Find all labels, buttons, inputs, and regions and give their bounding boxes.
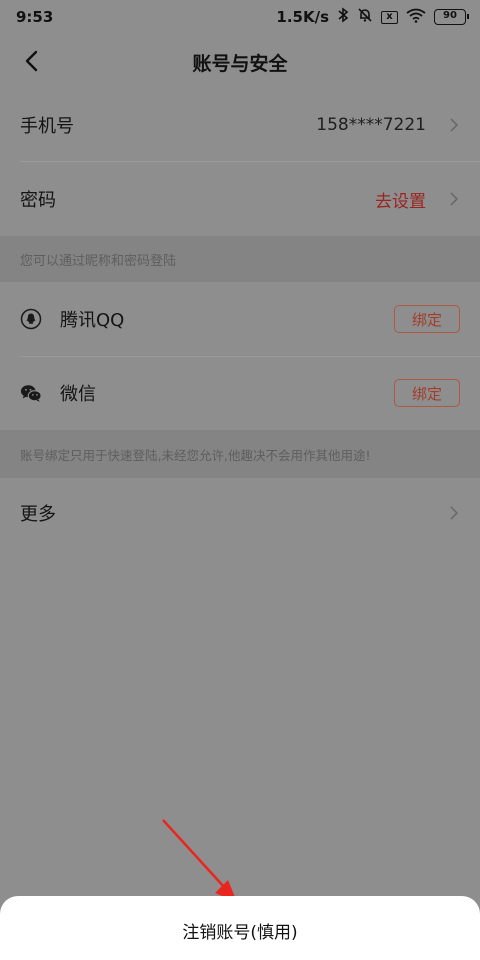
status-bar: 9:53 1.5K/s x 90 [0, 0, 480, 36]
password-row[interactable]: 密码 去设置 [0, 162, 480, 236]
qq-label: 腾讯QQ [60, 310, 125, 331]
wechat-label: 微信 [60, 384, 96, 405]
password-label: 密码 [20, 190, 56, 211]
wechat-row: 微信 绑定 [0, 356, 480, 430]
password-set-link: 去设置 [375, 191, 426, 212]
phone-row[interactable]: 手机号 158****7221 [0, 88, 480, 162]
more-row[interactable]: 更多 [0, 478, 480, 548]
bluetooth-icon [337, 7, 349, 27]
bell-off-icon [357, 7, 373, 27]
wechat-icon [20, 385, 42, 402]
status-time: 9:53 [16, 8, 54, 26]
wifi-icon [406, 8, 426, 27]
qq-row: 腾讯QQ 绑定 [0, 282, 480, 356]
sim-icon: x [381, 10, 398, 24]
net-speed: 1.5K/s [276, 8, 329, 26]
binding-hint: 账号绑定只用于快速登陆,未经您允许,他趣决不会用作其他用途! [0, 430, 480, 478]
phone-value: 158****7221 [316, 115, 426, 135]
battery-icon: 90 [434, 9, 469, 25]
chevron-right-icon [450, 118, 459, 132]
bottom-sheet: 注销账号(慎用) [0, 896, 480, 960]
qq-icon [20, 308, 42, 330]
phone-label: 手机号 [20, 116, 74, 137]
page-title: 账号与安全 [192, 53, 288, 75]
bind-wechat-button[interactable]: 绑定 [394, 379, 460, 407]
bind-qq-button[interactable]: 绑定 [394, 305, 460, 333]
chevron-right-icon [450, 506, 459, 520]
nav-bar: 账号与安全 [0, 36, 480, 88]
login-hint: 您可以通过昵称和密码登陆 [0, 236, 480, 282]
delete-account-button[interactable]: 注销账号(慎用) [182, 914, 297, 943]
status-icons: 1.5K/s x 90 [276, 7, 469, 27]
more-label: 更多 [20, 504, 56, 525]
chevron-right-icon [450, 192, 459, 206]
